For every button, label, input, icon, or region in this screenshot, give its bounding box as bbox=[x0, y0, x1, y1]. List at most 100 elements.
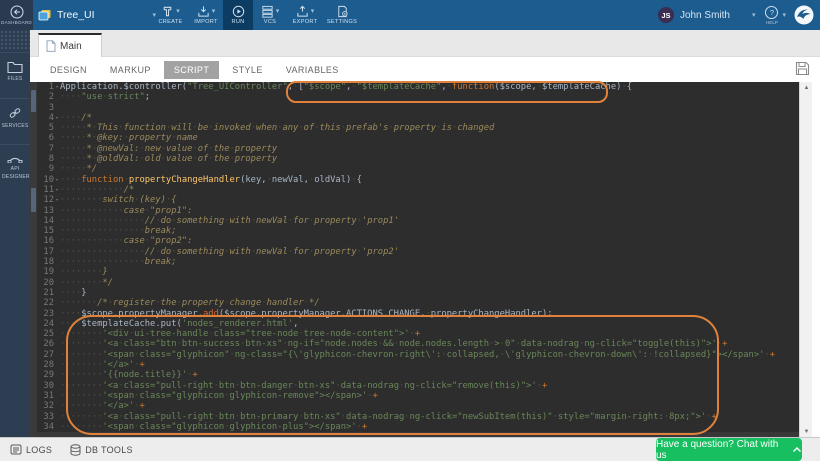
db-tools-button[interactable]: DB TOOLS bbox=[70, 444, 133, 456]
project-selector[interactable]: Tree_UI ▾ bbox=[38, 0, 156, 30]
code-line: 24····$templateCache.put('nodes_renderer… bbox=[30, 319, 799, 329]
line-number: 9 bbox=[30, 164, 54, 174]
user-menu-caret-icon[interactable]: ▾ bbox=[752, 12, 756, 19]
tab-markup[interactable]: MARKUP bbox=[100, 61, 161, 79]
run-button[interactable]: RUN bbox=[223, 0, 253, 30]
help-label: HELP bbox=[766, 20, 778, 25]
chat-label: Have a question? Chat with us bbox=[656, 439, 782, 461]
code-line: 5·····*·This·function·will·be·invoked·wh… bbox=[30, 123, 799, 133]
code-text: ················//·do·something·with·new… bbox=[60, 216, 799, 226]
vcs-icon bbox=[261, 5, 274, 18]
save-icon bbox=[795, 61, 810, 76]
code-line: 28········'</a>'·+ bbox=[30, 360, 799, 370]
code-line: 34········'<span·class="glyphicon·glyphi… bbox=[30, 422, 799, 432]
sidebar-item-files[interactable]: FILES bbox=[0, 52, 30, 104]
code-line: 15················break; bbox=[30, 226, 799, 236]
help-icon: ? bbox=[765, 6, 778, 19]
create-button[interactable]: ▾ CREATE bbox=[152, 0, 189, 30]
code-text: ····$scope.propertyManager.add($scope.pr… bbox=[60, 309, 799, 319]
dashboard-button[interactable]: DASHBOARD bbox=[0, 0, 33, 30]
settings-button[interactable]: SETTINGS bbox=[323, 0, 361, 30]
line-number: 23 bbox=[30, 309, 54, 319]
dashboard-label: DASHBOARD bbox=[1, 20, 32, 25]
code-text: ········'<a·class="pull-right·btn·btn-pr… bbox=[60, 412, 799, 422]
logs-icon bbox=[10, 444, 22, 455]
code-text: ················//·do·something·with·new… bbox=[60, 247, 799, 257]
tab-design[interactable]: DESIGN bbox=[40, 61, 97, 79]
help-caret-icon[interactable]: ▾ bbox=[782, 12, 786, 19]
code-line: 2····"use·strict"; bbox=[30, 92, 799, 102]
code-line: 13············case·"prop1": bbox=[30, 206, 799, 216]
code-line: 27········'<span·class="glyphicon"·ng-cl… bbox=[30, 350, 799, 360]
create-caret-icon: ▾ bbox=[176, 8, 180, 15]
code-text: ·····*/ bbox=[60, 164, 799, 174]
export-icon bbox=[296, 5, 309, 18]
tab-script[interactable]: SCRIPT bbox=[164, 61, 219, 79]
import-button[interactable]: ▾ IMPORT bbox=[189, 0, 223, 30]
hammer-icon bbox=[161, 5, 174, 18]
line-number: 22 bbox=[30, 298, 54, 308]
code-editor[interactable]: 1-Application.$controller("Tree_UIContro… bbox=[30, 82, 799, 437]
sidebar-item-api-designer[interactable]: API DESIGNER bbox=[0, 144, 30, 210]
code-line: 12-········switch·(key)·{ bbox=[30, 195, 799, 205]
project-name: Tree_UI bbox=[57, 9, 152, 21]
tab-style[interactable]: STYLE bbox=[222, 61, 273, 79]
line-number: 31 bbox=[30, 391, 54, 401]
line-number: 30 bbox=[30, 381, 54, 391]
code-line: 17 ················//·do·something·with·n… bbox=[30, 247, 799, 257]
code-line: 25········'<div·ui-tree-handle·class="tr… bbox=[30, 329, 799, 339]
code-text: ·····*·@key:·property·name bbox=[60, 133, 799, 143]
code-line: 23 ····$scope.propertyManager.add($scope.… bbox=[30, 309, 799, 319]
chat-button[interactable]: Have a question? Chat with us bbox=[656, 438, 802, 461]
code-text: ········'</a>'·+ bbox=[60, 401, 799, 411]
code-line: 31········'<span·class="glyphicon·glyphi… bbox=[30, 391, 799, 401]
code-text: ········'{{node.title}}'·+ bbox=[60, 370, 799, 380]
editor-vscrollbar[interactable]: ▲ ▼ bbox=[799, 82, 812, 438]
line-number: 17 bbox=[30, 247, 54, 257]
line-number: 25 bbox=[30, 329, 54, 339]
code-text: ············/* bbox=[60, 185, 799, 195]
code-text: Application.$controller("Tree_UIControll… bbox=[60, 82, 799, 92]
tab-variables[interactable]: VARIABLES bbox=[276, 61, 349, 79]
user-name[interactable]: John Smith bbox=[680, 10, 730, 21]
code-line: 30 ········'<a·class="pull-right·btn·btn-… bbox=[30, 381, 799, 391]
code-line: 16············case·"prop2": bbox=[30, 236, 799, 246]
vcs-button[interactable]: ▾ VCS bbox=[253, 0, 287, 30]
line-number: 15 bbox=[30, 226, 54, 236]
code-text: ················break; bbox=[60, 257, 799, 267]
logs-button[interactable]: LOGS bbox=[10, 444, 52, 455]
tab-main[interactable]: Main bbox=[38, 33, 102, 57]
sidebar-item-services[interactable]: SERVICES bbox=[0, 98, 30, 150]
avatar[interactable]: JS bbox=[658, 7, 674, 23]
line-number: 13 bbox=[30, 206, 54, 216]
line-number: 24 bbox=[30, 319, 54, 329]
tab-strip: Main bbox=[30, 30, 820, 57]
code-text: ········'<a·class="pull-right·btn·btn-da… bbox=[60, 381, 799, 391]
top-bar: DASHBOARD Tree_UI ▾ ▾ CREATE ▾ IMPORT RU… bbox=[0, 0, 820, 30]
line-number: 6 bbox=[30, 133, 54, 143]
project-icon bbox=[38, 9, 52, 22]
page-icon bbox=[46, 40, 56, 52]
left-sidebar: FILES SERVICES API DESIGNER bbox=[0, 30, 30, 437]
scroll-up-icon[interactable]: ▲ bbox=[800, 82, 813, 94]
import-icon bbox=[197, 5, 210, 18]
line-number: 34 bbox=[30, 422, 54, 432]
import-caret-icon: ▾ bbox=[212, 8, 216, 15]
line-number: 27 bbox=[30, 350, 54, 360]
code-text: ········'</a>'·+ bbox=[60, 360, 799, 370]
code-line: 4-····/* bbox=[30, 113, 799, 123]
save-button[interactable] bbox=[795, 61, 810, 76]
line-number: 32 bbox=[30, 401, 54, 411]
toolbar: ▾ CREATE ▾ IMPORT RUN ▾ VCS ▾ EXPORT SET bbox=[152, 0, 361, 30]
code-text: ········} bbox=[60, 267, 799, 277]
code-text: ········'<a·class="btn·btn-success·btn-x… bbox=[60, 339, 799, 349]
code-text: ····/* bbox=[60, 113, 799, 123]
vcs-caret-icon: ▾ bbox=[276, 8, 280, 15]
code-text: ····"use·strict"; bbox=[60, 92, 799, 102]
chevron-up-icon bbox=[782, 446, 802, 453]
editor-mode-tabs: DESIGN MARKUP SCRIPT STYLE VARIABLES bbox=[30, 57, 820, 82]
arc-icon bbox=[7, 152, 23, 163]
export-button[interactable]: ▾ EXPORT bbox=[287, 0, 323, 30]
help-button[interactable]: ? HELP bbox=[765, 6, 778, 25]
link-icon bbox=[7, 106, 23, 120]
